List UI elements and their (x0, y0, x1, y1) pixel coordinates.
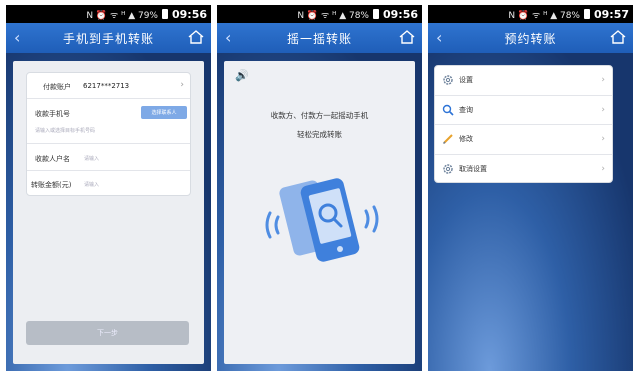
content-panel: 🔊 收款方、付款方一起摇动手机 轻松完成转账 (224, 61, 415, 364)
gear-cancel-icon (441, 162, 455, 176)
status-icons: N ⏰ ᯤ ᴴ ▲ 79% (86, 10, 158, 21)
speaker-icon[interactable]: 🔊 (235, 69, 249, 82)
menu-item-modify[interactable]: 修改 › (435, 125, 612, 155)
status-time: 09:56 (382, 7, 418, 21)
home-icon[interactable] (188, 30, 204, 44)
menu-item-cancel-settings[interactable]: 取消设置 › (435, 155, 612, 185)
content-panel: 付款账户 6217***2713 › 收款手机号 请输入或选择目标手机号码 选择… (13, 61, 204, 364)
shake-phone-icon (265, 178, 379, 262)
page-title: 预约转账 (504, 31, 557, 46)
transfer-form: 付款账户 6217***2713 › 收款手机号 请输入或选择目标手机号码 选择… (26, 72, 191, 196)
account-value: 6217***2713 (83, 82, 130, 90)
status-icons: N ⏰ ᯤ ᴴ ▲ 78% (297, 10, 369, 21)
back-icon[interactable]: ‹ (436, 28, 442, 47)
account-row[interactable]: 付款账户 6217***2713 › (27, 73, 190, 99)
status-bar: N ⏰ ᯤ ᴴ ▲ 78% 09:56 (217, 5, 422, 23)
status-time: 09:56 (171, 7, 207, 21)
name-label: 收款人户名 (35, 155, 70, 163)
gear-icon (441, 73, 455, 87)
amount-field[interactable]: 请输入 (84, 181, 99, 188)
battery-icon (372, 9, 379, 19)
menu-item-label: 设置 (459, 76, 473, 85)
menu-item-label: 取消设置 (459, 165, 487, 174)
menu-item-query[interactable]: 查询 › (435, 96, 612, 125)
title-bar: ‹ 手机到手机转账 (6, 23, 211, 53)
title-bar: ‹ 预约转账 (428, 23, 633, 53)
status-bar: N ⏰ ᯤ ᴴ ▲ 79% 09:56 (6, 5, 211, 23)
phone-field[interactable]: 请输入或选择目标手机号码 (35, 127, 95, 134)
back-icon[interactable]: ‹ (14, 28, 20, 47)
home-icon[interactable] (399, 30, 415, 44)
battery-icon (161, 9, 168, 19)
chevron-right-icon: › (601, 134, 605, 145)
home-icon[interactable] (610, 30, 626, 44)
battery-icon (583, 9, 590, 19)
next-button[interactable]: 下一步 (26, 321, 189, 345)
page-title: 摇一摇转账 (286, 31, 352, 46)
phone-row: 收款手机号 请输入或选择目标手机号码 选择联系人 (27, 99, 190, 144)
title-bar: ‹ 摇一摇转账 (217, 23, 422, 53)
pick-contact-button[interactable]: 选择联系人 (141, 106, 187, 119)
amount-row: 转账金额(元) 请输入 (27, 171, 190, 197)
phone-screen-scheduled: N ⏰ ᯤ ᴴ ▲ 78% 09:57 ‹ 预约转账 设置 › 查询 › 修改 … (428, 5, 633, 371)
name-field[interactable]: 请输入 (84, 155, 99, 162)
search-icon (441, 103, 455, 117)
menu-item-label: 修改 (459, 135, 473, 144)
account-label: 付款账户 (43, 83, 71, 91)
screenshot-collage: N ⏰ ᯤ ᴴ ▲ 79% 09:56 ‹ 手机到手机转账 付款账户 6217*… (0, 0, 640, 376)
pencil-icon (441, 132, 455, 146)
menu-item-label: 查询 (459, 105, 473, 114)
phone-screen-shake: N ⏰ ᯤ ᴴ ▲ 78% 09:56 ‹ 摇一摇转账 🔊 收款方、付款方一起摇… (217, 5, 422, 371)
status-bar: N ⏰ ᯤ ᴴ ▲ 78% 09:57 (428, 5, 633, 23)
name-row: 收款人户名 请输入 (27, 144, 190, 171)
chevron-right-icon: › (180, 80, 184, 90)
menu-list: 设置 › 查询 › 修改 › 取消设置 › (434, 65, 613, 183)
page-title: 手机到手机转账 (62, 31, 154, 46)
chevron-right-icon: › (601, 164, 605, 175)
status-icons: N ⏰ ᯤ ᴴ ▲ 78% (508, 10, 580, 21)
chevron-right-icon: › (601, 104, 605, 115)
back-icon[interactable]: ‹ (225, 28, 231, 47)
phone-screen-transfer: N ⏰ ᯤ ᴴ ▲ 79% 09:56 ‹ 手机到手机转账 付款账户 6217*… (6, 5, 211, 371)
status-time: 09:57 (593, 7, 629, 21)
chevron-right-icon: › (601, 75, 605, 86)
amount-label: 转账金额(元) (31, 181, 72, 189)
menu-item-settings[interactable]: 设置 › (435, 66, 612, 96)
instruction-line1: 收款方、付款方一起摇动手机 (270, 111, 369, 120)
instruction-line2: 轻松完成转账 (297, 130, 342, 139)
phone-label: 收款手机号 (35, 110, 70, 118)
